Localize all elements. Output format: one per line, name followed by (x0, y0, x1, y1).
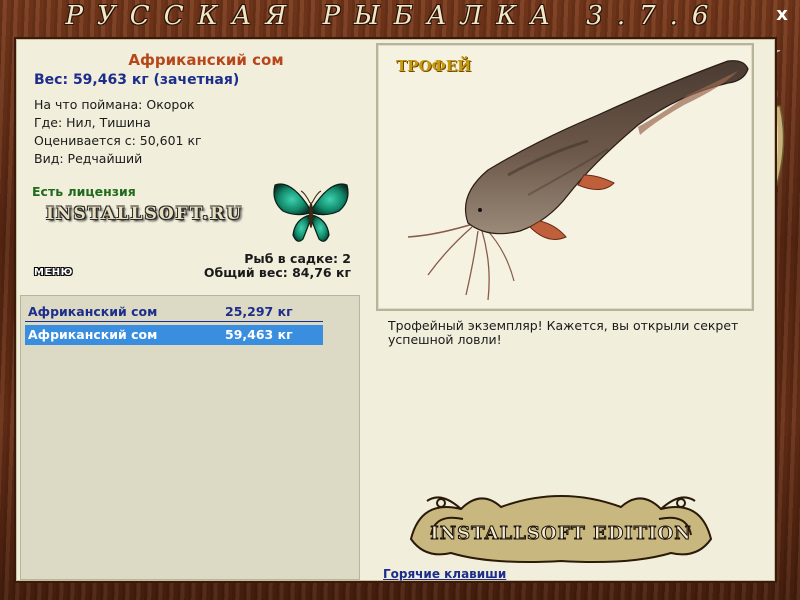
butterfly-icon (273, 183, 349, 242)
list-item-weight: 25,297 кг (225, 304, 293, 319)
title-bar: РУССКАЯ РЫБАЛКА 3.7.6 (0, 0, 800, 32)
list-item-weight: 59,463 кг (225, 327, 293, 342)
kind-line: Вид: Редчайший (34, 151, 143, 166)
fish-name: Африканский сом (128, 51, 284, 69)
catfish-image (407, 60, 749, 301)
cage-total-weight: Общий вес: 84,76 кг (203, 265, 351, 280)
edition-logo-text: INSTALLSOFT EDITION (430, 523, 691, 544)
fish-weight: Вес: 59,463 кг (зачетная) (34, 72, 240, 88)
installsoft-logo: INSTALLSOFT.RU (46, 204, 244, 224)
close-button[interactable]: x (772, 4, 792, 26)
window-title: РУССКАЯ РЫБАЛКА 3.7.6 (65, 1, 723, 31)
list-item[interactable]: Африканский сом 25,297 кг (25, 302, 323, 322)
edition-logo-icon: INSTALLSOFT EDITION (409, 495, 713, 563)
list-item-selected[interactable]: Африканский сом 59,463 кг (25, 325, 323, 345)
trophy-message: Трофейный экземпляр! Кажется, вы открыли… (388, 318, 739, 347)
place-line: Где: Нил, Тишина (34, 115, 151, 130)
catch-list: Африканский сом 25,297 кг Африканский со… (20, 295, 360, 580)
license-status: Есть лицензия (32, 184, 136, 199)
cage-count: Рыб в садке: 2 (244, 251, 351, 266)
rated-line: Оценивается с: 50,601 кг (34, 133, 202, 148)
hotkeys-link[interactable]: Горячие клавиши (383, 567, 506, 581)
list-item-name: Африканский сом (28, 304, 158, 319)
main-panel: Африканский сом Вес: 59,463 кг (зачетная… (14, 37, 777, 583)
menu-button[interactable]: МЕНЮ (34, 267, 73, 278)
list-item-name: Африканский сом (28, 327, 158, 342)
catch-details: На что поймана: Окорок Где: Нил, Тишина … (34, 96, 202, 168)
bait-line: На что поймана: Окорок (34, 97, 195, 112)
trophy-panel: ТРОФЕЙ (376, 43, 754, 311)
cage-summary: Рыб в садке: 2 Общий вес: 84,76 кг (204, 252, 351, 280)
